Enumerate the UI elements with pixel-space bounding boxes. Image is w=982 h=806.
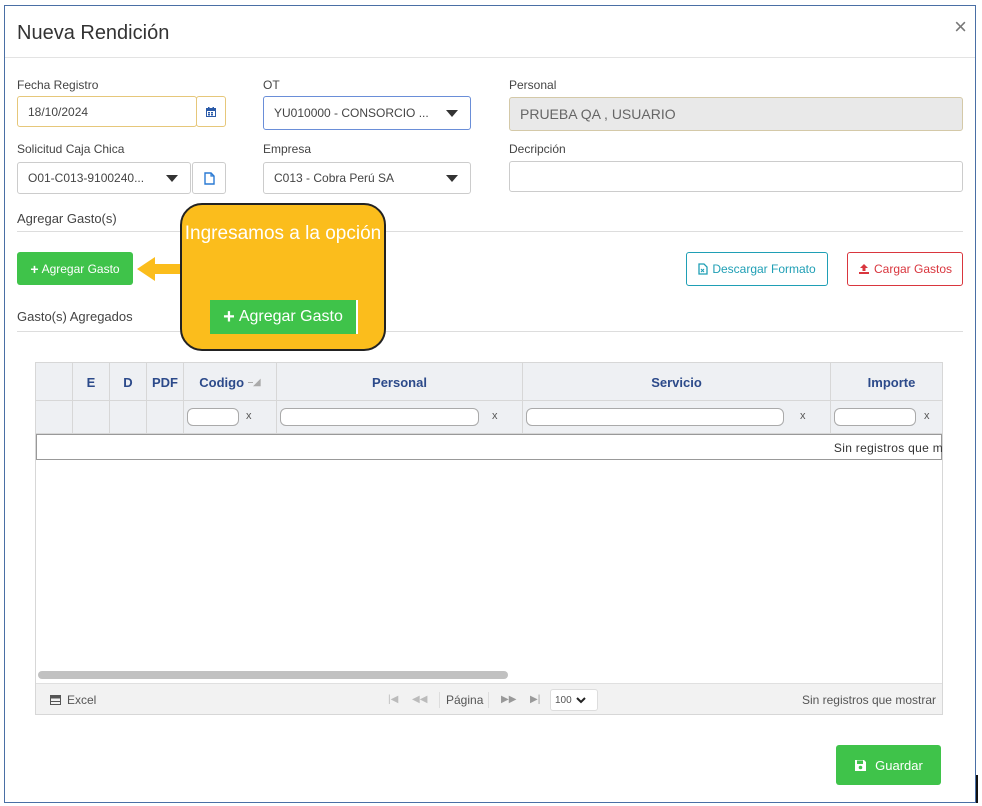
divider [17,331,963,332]
close-icon[interactable]: × [954,16,967,38]
window-edge [976,775,978,803]
first-page-icon[interactable]: |◀ [388,694,398,705]
modal-window: Nueva Rendición × Fecha Registro 18/10/2… [4,5,976,803]
column-header-personal[interactable]: Personal [276,363,522,401]
column-header-importe[interactable]: Importe [830,363,942,401]
arrow-left-icon [137,257,183,281]
upload-icon [858,264,869,274]
grid-pager: Excel |◀ ◀◀ Página ▶▶ ▶| 100 Sin registr… [36,683,942,714]
cargar-gastos-label: Cargar Gastos [873,262,953,276]
prev-page-icon[interactable]: ◀◀ [412,694,427,705]
divider [439,692,440,708]
plus-icon: + [30,260,39,277]
filter-cell [109,401,146,434]
excel-label: Excel [67,693,97,707]
chevron-down-icon [575,696,586,703]
personal-filter-input[interactable] [280,408,479,426]
file-excel-icon [698,263,708,275]
page-label: Página [446,693,484,707]
filter-cell [146,401,183,434]
agregar-section-title: Agregar Gasto(s) [17,211,117,226]
document-icon [203,171,215,185]
codigo-header-label: Codigo [199,374,245,390]
chevron-down-icon [166,175,178,182]
personal-label: Personal [509,78,557,92]
table-icon [50,695,61,705]
page-size-select[interactable]: 100 [550,689,598,711]
grid-header: E D PDF Codigo ⎯◢ Personal Servicio Impo… [36,363,942,401]
empresa-label: Empresa [263,142,312,156]
calendar-icon [206,106,216,117]
filter-cell [72,401,109,434]
solicitud-select[interactable]: O01-C013-9100240... [17,162,191,194]
save-icon [855,759,867,771]
descripcion-label: Decripción [509,142,566,156]
ot-label: OT [263,78,280,92]
clear-filter-icon[interactable]: x [492,410,498,422]
personal-value: PRUEBA QA , USUARIO [520,106,676,122]
filter-cell-codigo: x [183,401,276,434]
callout-button-label: Agregar Gasto [238,308,343,325]
calendar-button[interactable] [196,96,226,127]
descargar-formato-button[interactable]: Descargar Formato [686,252,828,286]
solicitud-label: Solicitud Caja Chica [17,142,125,156]
plus-icon: + [223,305,235,328]
grid-filter-row: x x x x [36,401,942,434]
pager-status: Sin registros que mostrar [801,693,936,707]
agregar-gasto-button[interactable]: + Agregar Gasto [17,252,133,285]
modal-title: Nueva Rendición [17,22,170,44]
document-button[interactable] [192,162,226,194]
fecha-registro-value: 18/10/2024 [28,104,89,119]
personal-field: PRUEBA QA , USUARIO [509,97,963,131]
modal-header: Nueva Rendición × [5,6,975,58]
guardar-button[interactable]: Guardar [836,745,941,785]
chevron-down-icon [446,175,458,182]
sort-icon: ⎯◢ [248,376,261,388]
column-header-e[interactable]: E [72,363,109,401]
importe-filter-input[interactable] [834,408,916,426]
codigo-filter-input[interactable] [187,408,239,426]
column-header-d[interactable]: D [109,363,146,401]
next-page-icon[interactable]: ▶▶ [501,694,516,705]
cargar-gastos-button[interactable]: Cargar Gastos [847,252,963,286]
page-size-value: 100 [555,694,572,706]
divider [488,692,489,708]
callout-agregar-gasto-button: + Agregar Gasto [210,300,358,334]
grid-empty-row: Sin registros que m [36,434,942,460]
clear-filter-icon[interactable]: x [924,410,930,422]
fecha-registro-label: Fecha Registro [17,78,99,92]
empty-message: Sin registros que m [833,441,943,455]
empresa-value: C013 - Cobra Perú SA [274,171,395,185]
filter-cell-importe: x [830,401,942,434]
excel-export-button[interactable]: Excel [50,693,96,707]
last-page-icon[interactable]: ▶| [530,694,540,705]
empresa-select[interactable]: C013 - Cobra Perú SA [263,162,471,194]
agregar-gasto-label: Agregar Gasto [41,261,120,276]
filter-cell-servicio: x [522,401,830,434]
guardar-label: Guardar [875,757,923,773]
agregados-section-title: Gasto(s) Agregados [17,309,133,324]
horizontal-scrollbar[interactable] [38,671,508,679]
ot-select[interactable]: YU010000 - CONSORCIO ... [263,96,471,130]
callout-text: Ingresamos a la opción [184,223,382,244]
fecha-registro-input[interactable]: 18/10/2024 [17,96,197,127]
chevron-down-icon [446,110,458,117]
column-header-pdf[interactable]: PDF [146,363,183,401]
descargar-formato-label: Descargar Formato [712,262,816,276]
tutorial-callout: Ingresamos a la opción + Agregar Gasto [180,203,386,351]
column-header-servicio[interactable]: Servicio [522,363,830,401]
descripcion-input[interactable] [509,161,963,192]
filter-cell-personal: x [276,401,522,434]
clear-filter-icon[interactable]: x [246,410,252,422]
solicitud-value: O01-C013-9100240... [28,171,145,185]
clear-filter-icon[interactable]: x [800,410,806,422]
servicio-filter-input[interactable] [526,408,784,426]
ot-value: YU010000 - CONSORCIO ... [274,106,429,120]
divider [17,231,963,232]
column-header-codigo[interactable]: Codigo ⎯◢ [183,363,276,401]
gastos-grid: E D PDF Codigo ⎯◢ Personal Servicio Impo… [35,362,943,715]
